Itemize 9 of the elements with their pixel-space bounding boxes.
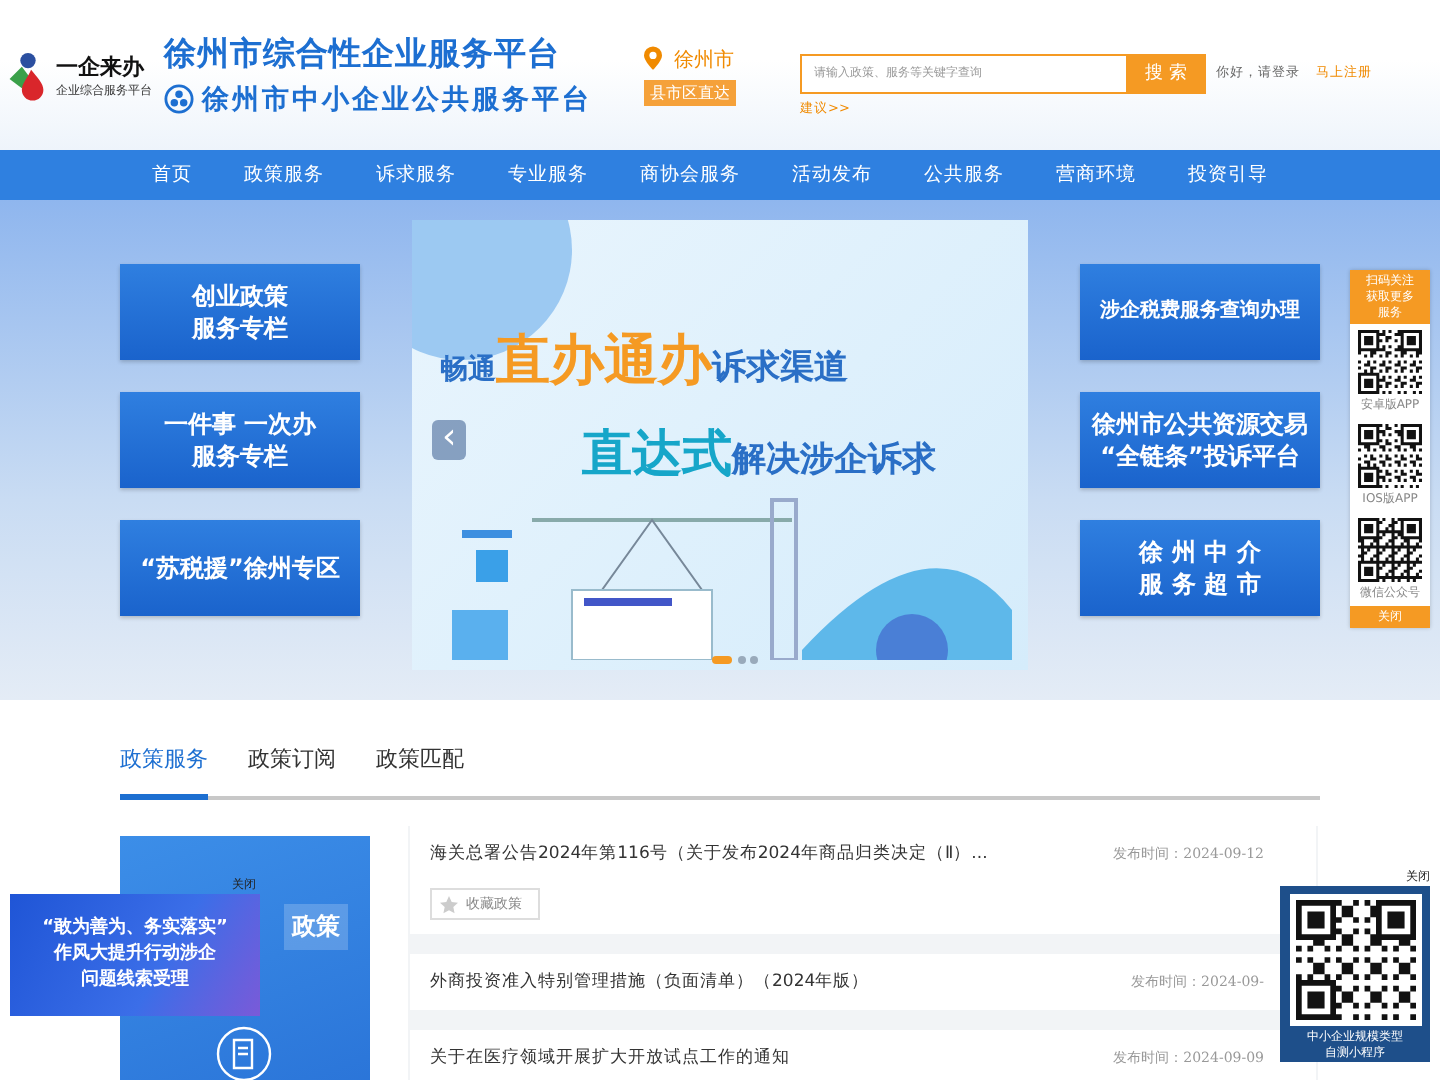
platform-subtitle: 徐州市中小企业公共服务平台 bbox=[202, 81, 592, 117]
platform-title: 徐州市综合性企业服务平台 bbox=[164, 33, 562, 75]
slide-text: 畅通 bbox=[440, 352, 496, 388]
slide-headline: 直达式 bbox=[582, 422, 732, 486]
slide-text: 解决涉企诉求 bbox=[732, 438, 936, 482]
banner-text: 政策 bbox=[284, 904, 348, 950]
slide-headline: 直办通办 bbox=[496, 328, 712, 396]
logo-name: 一企来办 bbox=[56, 51, 147, 81]
slide-text: 诉求渠道 bbox=[712, 348, 848, 390]
